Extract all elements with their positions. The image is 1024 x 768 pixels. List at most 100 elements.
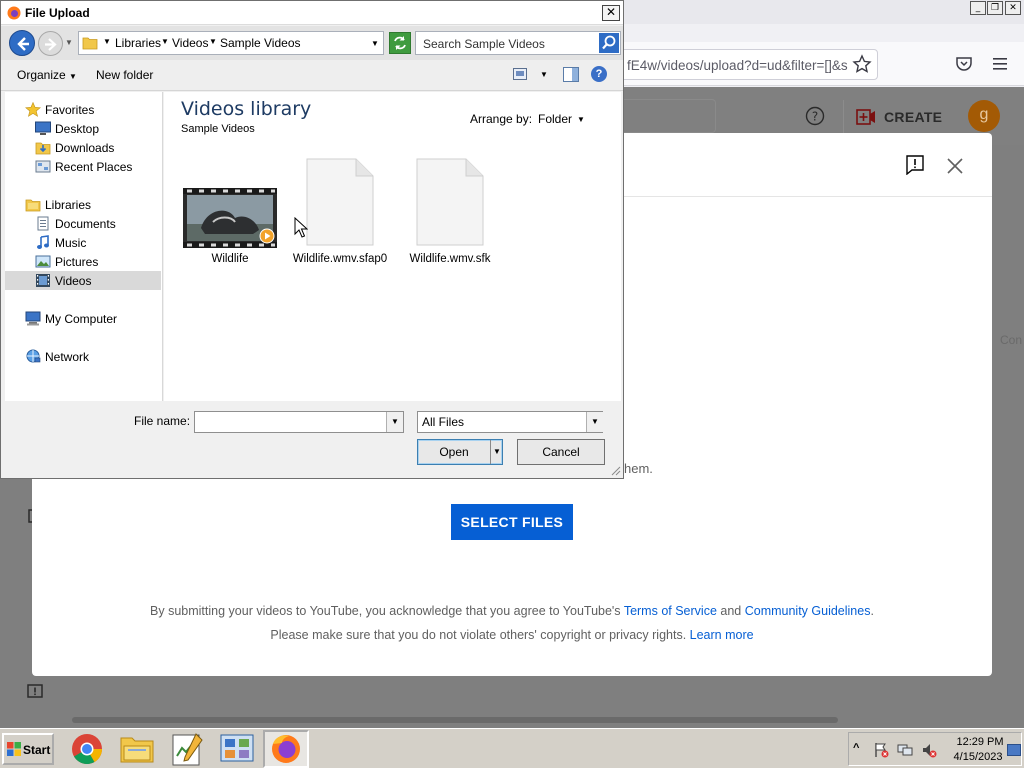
refresh-button[interactable] <box>389 32 411 54</box>
nav-network[interactable]: Network <box>5 347 161 366</box>
terms-of-service-link[interactable]: Terms of Service <box>624 604 717 618</box>
taskbar-control-panel[interactable] <box>214 730 260 768</box>
file-name: Wildlife.wmv.sfap0 <box>292 253 388 265</box>
taskbar-firefox[interactable] <box>263 730 309 768</box>
desktop-icon <box>35 121 51 135</box>
view-dropdown-icon[interactable]: ▼ <box>540 70 548 79</box>
create-button[interactable]: CREATE <box>843 100 949 134</box>
breadcrumb-videos[interactable]: Videos <box>172 36 208 50</box>
action-center-flag-icon[interactable] <box>873 742 889 758</box>
avatar[interactable]: g <box>968 100 1000 132</box>
control-panel-icon <box>220 734 254 762</box>
library-title: Videos library <box>181 98 312 120</box>
nav-label: Desktop <box>55 122 100 136</box>
resize-grip-icon[interactable] <box>609 464 621 476</box>
learn-more-link[interactable]: Learn more <box>690 628 754 642</box>
navigation-pane: Favorites Desktop Downloads Recent Place… <box>5 92 167 401</box>
create-label: CREATE <box>884 109 943 125</box>
downloads-folder-icon <box>35 142 51 155</box>
new-folder-button[interactable]: New folder <box>96 68 153 82</box>
feedback-icon[interactable] <box>26 683 44 701</box>
file-item[interactable]: Wildlife <box>177 188 283 268</box>
arrange-by-dropdown[interactable]: Folder <box>538 112 572 126</box>
forward-button[interactable] <box>38 31 63 56</box>
feedback-icon[interactable] <box>906 155 924 175</box>
file-type-dropdown-icon[interactable]: ▼ <box>586 412 603 432</box>
url-bar[interactable]: fE4w/videos/upload?d=ud&filter=[]&s <box>612 49 878 80</box>
nav-desktop[interactable]: Desktop <box>5 119 161 138</box>
restore-button[interactable]: ❐ <box>987 1 1003 15</box>
dialog-close-button[interactable]: ✕ <box>602 5 620 21</box>
folder-icon <box>82 37 98 50</box>
legal-period: . <box>870 604 874 618</box>
horizontal-scrollbar[interactable] <box>72 717 838 723</box>
breadcrumb-separator[interactable]: ▼ <box>103 37 111 46</box>
hamburger-menu-icon[interactable] <box>992 57 1008 71</box>
file-name-input[interactable] <box>194 411 404 433</box>
close-window-button[interactable]: ✕ <box>1005 1 1021 15</box>
nav-my-computer[interactable]: My Computer <box>5 309 161 328</box>
search-input[interactable]: Search Sample Videos <box>415 31 621 55</box>
community-guidelines-link[interactable]: Community Guidelines <box>745 604 871 618</box>
breadcrumb-libraries[interactable]: Libraries <box>115 36 161 50</box>
nav-documents[interactable]: Documents <box>5 214 161 233</box>
arrange-by-dropdown-icon[interactable]: ▼ <box>577 115 585 124</box>
url-text[interactable]: fE4w/videos/upload?d=ud&filter=[]&s <box>627 58 848 73</box>
file-item[interactable]: Wildlife.wmv.sfap0 <box>287 158 393 268</box>
nav-music[interactable]: Music <box>5 233 161 252</box>
clock-date[interactable]: 4/15/2023 <box>946 751 1010 763</box>
select-files-button[interactable]: SELECT FILES <box>451 504 573 540</box>
file-type-select[interactable]: All Files ▼ <box>417 411 603 433</box>
breadcrumb-separator[interactable]: ▼ <box>161 37 169 46</box>
blank-file-icon <box>416 158 484 246</box>
minimize-button[interactable]: _ <box>970 1 986 15</box>
nav-downloads[interactable]: Downloads <box>5 138 161 157</box>
help-icon[interactable]: ? <box>591 66 607 82</box>
show-desktop-button[interactable] <box>1007 744 1021 756</box>
file-item[interactable]: Wildlife.wmv.sfk <box>397 158 503 268</box>
breadcrumb[interactable]: ▼ Libraries ▼ Videos ▼ Sample Videos ▼ <box>78 31 384 55</box>
nav-label: Documents <box>55 217 116 231</box>
cancel-button[interactable]: Cancel <box>517 439 605 465</box>
nav-recent-places[interactable]: Recent Places <box>5 157 161 176</box>
nav-label: My Computer <box>45 312 118 326</box>
address-dropdown-icon[interactable]: ▼ <box>371 39 379 48</box>
show-hidden-icons-button[interactable]: ^ <box>853 742 869 758</box>
firefox-icon <box>272 735 300 763</box>
taskbar-chrome[interactable] <box>64 730 110 768</box>
dialog-title: File Upload <box>25 6 90 20</box>
taskbar-notepad[interactable] <box>164 730 210 768</box>
legal-line-2: Please make sure that you do not violate… <box>32 628 992 642</box>
nav-pictures[interactable]: Pictures <box>5 252 161 271</box>
nav-favorites[interactable]: Favorites <box>5 100 161 119</box>
preview-pane-icon[interactable] <box>563 67 579 82</box>
organize-button[interactable]: Organize ▼ <box>17 68 77 82</box>
breadcrumb-sample-videos[interactable]: Sample Videos <box>220 36 301 50</box>
documents-icon <box>37 216 49 231</box>
nav-label: Favorites <box>45 103 95 117</box>
file-list-pane: Videos library Sample Videos Arrange by:… <box>164 92 621 401</box>
network-status-icon[interactable] <box>897 742 913 758</box>
volume-muted-icon[interactable] <box>921 742 937 758</box>
start-button[interactable]: Start <box>2 733 54 765</box>
bookmark-star-icon[interactable] <box>852 54 872 74</box>
nav-videos[interactable]: Videos <box>5 271 161 290</box>
open-options-dropdown-icon[interactable]: ▼ <box>490 440 503 464</box>
change-view-icon[interactable] <box>513 68 527 80</box>
address-row: ▼ ▼ Libraries ▼ Videos ▼ Sample Videos ▼… <box>1 26 623 60</box>
breadcrumb-separator[interactable]: ▼ <box>209 37 217 46</box>
file-name-dropdown-icon[interactable]: ▼ <box>386 412 403 432</box>
blank-file-icon <box>306 158 374 246</box>
search-button[interactable] <box>599 33 619 53</box>
back-button[interactable] <box>9 30 35 56</box>
open-button[interactable]: Open ▼ <box>417 439 503 465</box>
taskbar-file-explorer[interactable] <box>114 730 160 768</box>
help-icon[interactable]: ? <box>805 106 825 126</box>
close-icon[interactable] <box>946 157 964 175</box>
history-dropdown-icon[interactable]: ▼ <box>65 38 73 47</box>
clock-time[interactable]: 12:29 PM <box>952 736 1008 748</box>
pocket-icon[interactable] <box>955 55 973 73</box>
youtube-search-button[interactable] <box>612 99 716 133</box>
organize-label: Organize <box>17 68 66 82</box>
nav-libraries[interactable]: Libraries <box>5 195 161 214</box>
